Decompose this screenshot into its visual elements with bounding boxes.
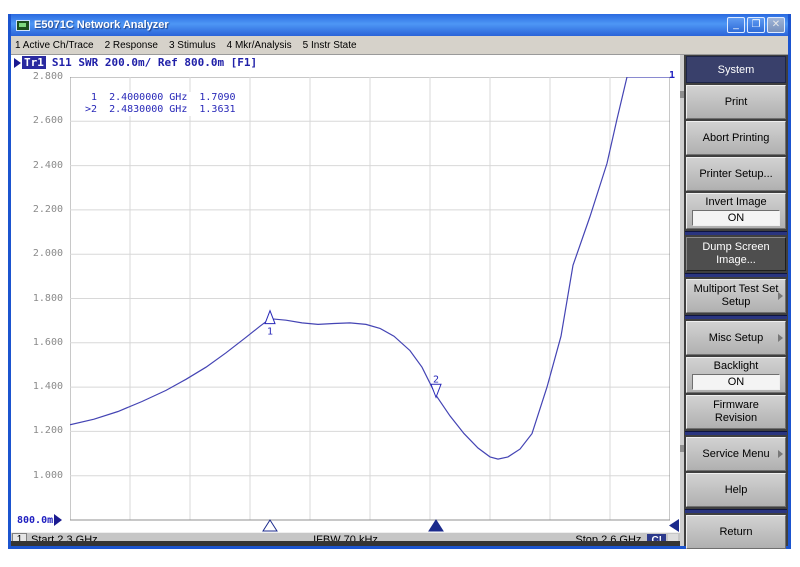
- close-button[interactable]: ✕: [767, 17, 785, 33]
- menu-item-1[interactable]: 1 Active Ch/Trace: [15, 40, 94, 51]
- menu-item-5[interactable]: 5 Instr State: [303, 40, 357, 51]
- trace-marker-2[interactable]: 2: [431, 374, 441, 397]
- softkey-label: Misc Setup: [709, 332, 763, 345]
- y-tick-label: 1.400: [17, 381, 63, 392]
- active-trace-arrow-icon: [14, 58, 21, 68]
- marker-number-label: 2: [433, 374, 439, 385]
- restore-button[interactable]: ❐: [747, 17, 765, 33]
- title-bar[interactable]: E5071C Network Analyzer _ ❐ ✕: [11, 14, 788, 36]
- softkey-group-divider: [685, 509, 787, 513]
- softkey-label: Dump Screen Image...: [693, 241, 779, 267]
- reference-arrow-right-icon: [669, 519, 679, 532]
- marker-readout-row: >2 2.4830000 GHz 1.3631: [85, 104, 236, 116]
- y-tick-label: 1.000: [17, 470, 63, 481]
- softkey-group-divider: [685, 315, 787, 319]
- menu-item-2[interactable]: 2 Response: [105, 40, 158, 51]
- y-tick-label: 2.400: [17, 160, 63, 171]
- softkey-firmware-revision[interactable]: Firmware Revision: [686, 395, 786, 429]
- menu-item-3[interactable]: 3 Stimulus: [169, 40, 216, 51]
- softkey-group-divider: [685, 231, 787, 235]
- screenshot-page: E5071C Network Analyzer _ ❐ ✕ 1 Active C…: [0, 0, 800, 567]
- softkey-printer-setup[interactable]: Printer Setup...: [686, 157, 786, 191]
- softkey-print[interactable]: Print: [686, 85, 786, 119]
- marker-readout-row: 1 2.4000000 GHz 1.7090: [85, 92, 236, 104]
- submenu-arrow-icon: [778, 292, 783, 300]
- minimize-button[interactable]: _: [727, 17, 745, 33]
- softkey-label: Invert Image: [705, 196, 766, 209]
- softkey-label: Service Menu: [702, 448, 769, 461]
- app-window: E5071C Network Analyzer _ ❐ ✕ 1 Active C…: [8, 14, 791, 549]
- softkey-backlight[interactable]: BacklightON: [686, 357, 786, 393]
- y-tick-label: 1.200: [17, 425, 63, 436]
- window-title: E5071C Network Analyzer: [34, 19, 725, 31]
- submenu-arrow-icon: [778, 450, 783, 458]
- softkey-label: Print: [725, 96, 748, 109]
- screen-bottom-bezel: [11, 541, 680, 546]
- marker-readout: 1 2.4000000 GHz 1.7090>2 2.4830000 GHz 1…: [81, 92, 240, 116]
- menu-bar: 1 Active Ch/Trace 2 Response 3 Stimulus 4 M…: [11, 36, 788, 55]
- trace-id-badge: Tr1: [22, 56, 46, 69]
- softkey-sidebar: System Print Abort Printing Printer Setup..…: [680, 55, 788, 546]
- lcd-screen: Tr1 S11 SWR 200.0m/ Ref 800.0m [F1] 2.80…: [11, 55, 680, 546]
- graticule-plot[interactable]: 12: [70, 77, 670, 521]
- y-tick-label: 2.800: [17, 71, 63, 82]
- app-icon: [16, 20, 30, 31]
- y-tick-label: 2.200: [17, 204, 63, 215]
- softkey-label: Backlight: [714, 360, 759, 373]
- y-tick-label: 2.000: [17, 248, 63, 259]
- marker-number-label: 1: [267, 327, 273, 338]
- menu-item-4[interactable]: 4 Mkr/Analysis: [227, 40, 292, 51]
- softkey-help[interactable]: Help: [686, 473, 786, 507]
- y-tick-label: 1.800: [17, 293, 63, 304]
- marker-position-triangle-1[interactable]: [263, 520, 277, 531]
- softkey-label: Firmware Revision: [693, 399, 779, 425]
- softkey-label: Multiport Test Set Setup: [693, 283, 779, 309]
- main-content: Tr1 S11 SWR 200.0m/ Ref 800.0m [F1] 2.80…: [11, 55, 788, 546]
- softkey-return[interactable]: Return: [686, 515, 786, 549]
- marker-position-triangle-2[interactable]: [429, 520, 443, 531]
- softkey-misc-setup[interactable]: Misc Setup: [686, 321, 786, 355]
- marker-position-strip[interactable]: [11, 519, 680, 532]
- softkey-state-value: ON: [692, 210, 780, 226]
- softkey-group-divider: [685, 273, 787, 277]
- trace-format-label: S11 SWR 200.0m/ Ref 800.0m [F1]: [52, 56, 257, 69]
- softkey-label: Printer Setup...: [699, 168, 772, 181]
- softkey-multiport-test-set-setup[interactable]: Multiport Test Set Setup: [686, 279, 786, 313]
- trace-number-marker: 1: [669, 70, 675, 81]
- trace-marker-1[interactable]: 1: [265, 311, 275, 338]
- softkey-label: Abort Printing: [703, 132, 770, 145]
- submenu-arrow-icon: [778, 334, 783, 342]
- softkey-label: Return: [719, 526, 752, 539]
- marker-triangle-icon: [431, 384, 441, 397]
- softkey-group-divider: [685, 431, 787, 435]
- trace-header[interactable]: Tr1 S11 SWR 200.0m/ Ref 800.0m [F1]: [14, 56, 257, 69]
- y-tick-label: 2.600: [17, 115, 63, 126]
- softkey-service-menu[interactable]: Service Menu: [686, 437, 786, 471]
- softkey-abort-printing[interactable]: Abort Printing: [686, 121, 786, 155]
- y-tick-label: 1.600: [17, 337, 63, 348]
- softkey-state-value: ON: [692, 374, 780, 390]
- softkey-invert-image[interactable]: Invert ImageON: [686, 193, 786, 229]
- softkey-label: Help: [725, 484, 748, 497]
- softkey-list: System Print Abort Printing Printer Setup..…: [684, 55, 788, 549]
- softkey-dump-screen-image[interactable]: Dump Screen Image...: [686, 237, 786, 271]
- softkey-menu-title[interactable]: System: [686, 56, 786, 83]
- marker-triangle-icon: [265, 311, 275, 324]
